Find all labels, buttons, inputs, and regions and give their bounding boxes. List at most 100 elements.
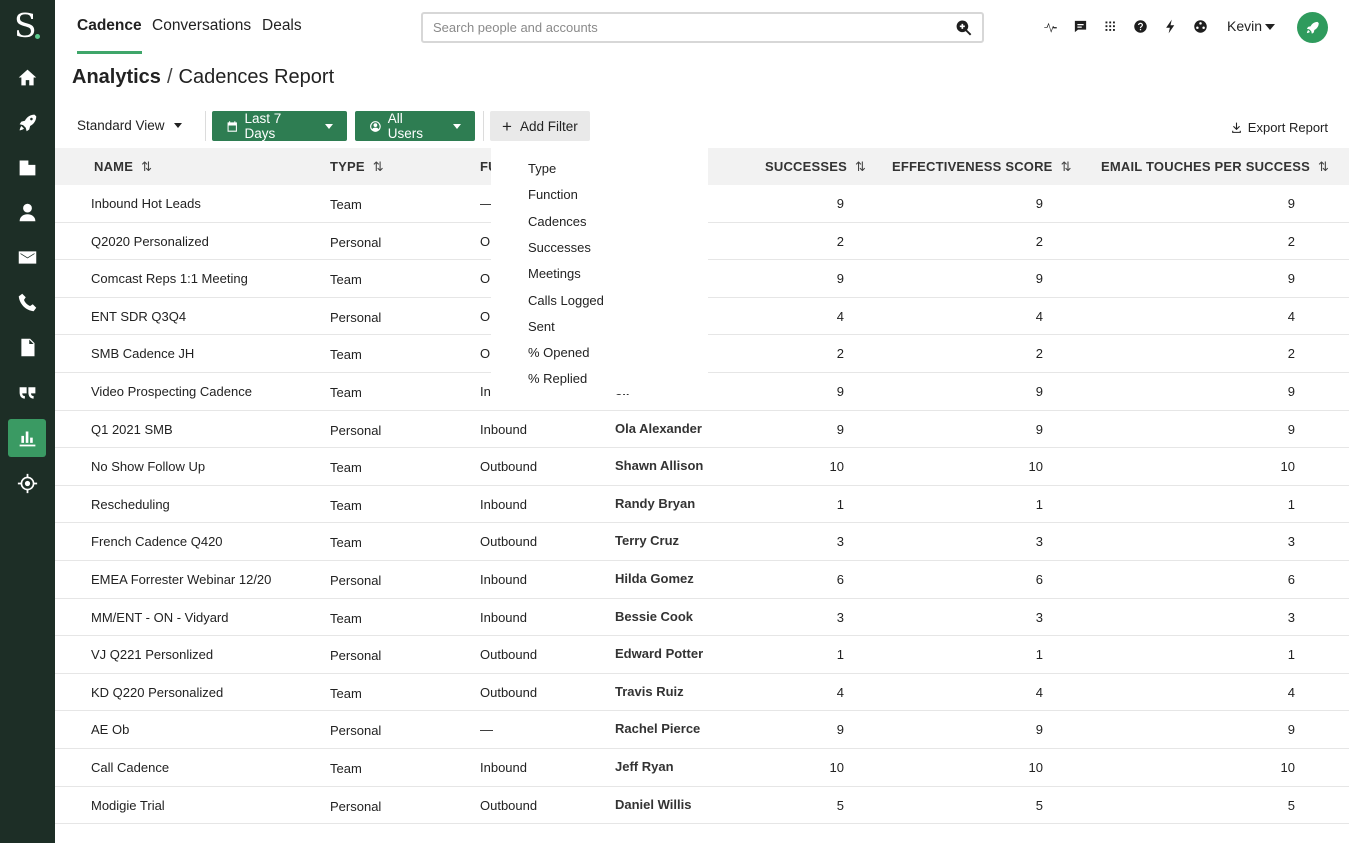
search-tag-icon[interactable]: [954, 18, 974, 38]
chat-icon[interactable]: [1072, 18, 1089, 35]
cell-function: Inbound: [480, 496, 527, 512]
table-row[interactable]: KD Q220 Personalized Team Outbound Travis R…: [55, 674, 1349, 712]
table-row[interactable]: French Cadence Q420 Team Outbound Terry Cru…: [55, 523, 1349, 561]
table-row[interactable]: AE Ob Personal — Rachel Pierce 9 9 9: [55, 711, 1349, 749]
column-menu-item[interactable]: Meetings: [528, 266, 581, 281]
cell-name[interactable]: Rescheduling: [91, 497, 170, 512]
cell-name[interactable]: Q2020 Personalized: [91, 234, 209, 249]
document-icon[interactable]: [8, 328, 46, 366]
apps-grid-icon[interactable]: [1102, 18, 1119, 35]
cell-name[interactable]: AE Ob: [91, 722, 129, 737]
column-header-effectiveness[interactable]: EFFECTIVENESS SCORE ⇅: [892, 159, 1072, 175]
mail-icon[interactable]: [8, 238, 46, 276]
add-filter-label: Add Filter: [519, 118, 578, 134]
cell-name[interactable]: EMEA Forrester Webinar 12/20: [91, 572, 271, 587]
cell-name[interactable]: French Cadence Q420: [91, 534, 223, 549]
search-input[interactable]: Search people and accounts: [421, 12, 984, 43]
cell-type: Team: [330, 385, 362, 400]
help-icon[interactable]: [1132, 18, 1149, 35]
sort-icon[interactable]: ⇅: [855, 159, 866, 175]
lightning-icon[interactable]: [1162, 18, 1179, 35]
cell-function: Inbound: [480, 760, 527, 775]
cell-effectiveness: 9: [1035, 271, 1043, 287]
cell-name[interactable]: ENT SDR Q3Q4: [91, 309, 186, 324]
cell-name[interactable]: SMB Cadence JH: [91, 346, 194, 361]
sort-icon[interactable]: ⇅: [141, 159, 152, 175]
column-menu-item[interactable]: Calls Logged: [528, 293, 604, 308]
user-menu[interactable]: Kevin: [1227, 18, 1262, 34]
accounts-icon[interactable]: [8, 148, 46, 186]
column-menu-item[interactable]: % Replied: [528, 371, 587, 386]
cell-function: Outbound: [480, 534, 538, 550]
cell-effectiveness: 10: [1028, 459, 1043, 475]
column-header-name[interactable]: NAME ⇅: [94, 159, 152, 175]
table-row[interactable]: EMEA Forrester Webinar 12/20 Personal Inbo…: [55, 561, 1349, 599]
target-icon[interactable]: [8, 464, 46, 502]
cell-owner: Randy Bryan: [615, 495, 696, 511]
cell-name[interactable]: KD Q220 Personalized: [91, 685, 223, 700]
table-row[interactable]: Rescheduling Team Inbound Randy Bryan 1 1 1: [55, 486, 1349, 524]
add-filter-button[interactable]: + Add Filter: [490, 111, 590, 141]
table-row[interactable]: Q1 2021 SMB Personal Inbound Ola Alexander 9…: [55, 411, 1349, 449]
cell-name[interactable]: No Show Follow Up: [91, 459, 205, 474]
cell-function: Inbound: [480, 572, 527, 587]
table-row[interactable]: Call Cadence Team Inbound Jeff Ryan 10 10 10: [55, 749, 1349, 787]
cell-name[interactable]: Q1 2021 SMB: [91, 422, 173, 437]
cell-name[interactable]: MM/ENT - ON - Vidyard: [91, 610, 228, 625]
chevron-down-icon[interactable]: [1265, 24, 1275, 30]
cell-type: Team: [330, 347, 362, 363]
export-report-button[interactable]: Export Report: [1230, 120, 1328, 135]
page-title: Cadences Report: [178, 66, 335, 88]
cell-effectiveness: 1: [1035, 647, 1043, 663]
avatar[interactable]: [1297, 12, 1328, 43]
integrations-icon[interactable]: [1192, 18, 1209, 35]
cell-name[interactable]: Video Prospecting Cadence: [91, 384, 252, 399]
search-placeholder: Search people and accounts: [433, 20, 598, 35]
sort-icon[interactable]: ⇅: [1318, 159, 1329, 175]
cell-owner: Jeff Ryan: [615, 759, 674, 774]
cell-name[interactable]: Comcast Reps 1:1 Meeting: [91, 271, 248, 286]
column-menu-item[interactable]: Successes: [528, 240, 591, 255]
table-row[interactable]: Modigie Trial Personal Outbound Daniel Will…: [55, 787, 1349, 825]
column-header-type[interactable]: TYPE ⇅: [330, 159, 384, 175]
person-icon[interactable]: [8, 193, 46, 231]
column-menu-item[interactable]: Cadences: [528, 214, 587, 229]
sort-icon[interactable]: ⇅: [1061, 159, 1072, 175]
tab-cadence[interactable]: Cadence: [77, 17, 142, 54]
rocket-icon[interactable]: [8, 103, 46, 141]
sort-icon[interactable]: ⇅: [373, 159, 384, 175]
table-row[interactable]: VJ Q221 Personlized Personal Outbound Edwar…: [55, 636, 1349, 674]
quote-icon[interactable]: [8, 373, 46, 411]
column-menu-item[interactable]: % Opened: [528, 345, 589, 360]
activity-icon[interactable]: [1042, 18, 1059, 35]
cell-name[interactable]: Inbound Hot Leads: [91, 196, 201, 211]
users-filter-button[interactable]: All Users: [355, 111, 475, 141]
tab-deals[interactable]: Deals: [262, 17, 302, 35]
cell-name[interactable]: VJ Q221 Personlized: [91, 647, 213, 662]
cell-effectiveness: 4: [1035, 308, 1043, 324]
date-range-button[interactable]: Last 7 Days: [212, 111, 347, 141]
phone-icon[interactable]: [8, 283, 46, 321]
cell-name[interactable]: Call Cadence: [91, 760, 169, 775]
cell-effectiveness: 2: [1035, 346, 1043, 362]
tab-conversations[interactable]: Conversations: [152, 17, 251, 35]
column-menu-item[interactable]: Type: [528, 161, 556, 176]
table-row[interactable]: No Show Follow Up Team Outbound Shawn Allis…: [55, 448, 1349, 486]
analytics-icon[interactable]: [8, 419, 46, 457]
breadcrumb-analytics[interactable]: Analytics: [72, 66, 161, 88]
table-row[interactable]: MM/ENT - ON - Vidyard Team Inbound Bessie C…: [55, 599, 1349, 637]
logo[interactable]: S: [14, 8, 42, 44]
column-menu-item[interactable]: Sent: [528, 319, 555, 334]
cell-effectiveness: 3: [1035, 609, 1043, 625]
users-filter-label: All Users: [387, 111, 424, 141]
column-header-successes[interactable]: SUCCESSES ⇅: [765, 159, 866, 175]
cell-effectiveness: 3: [1035, 534, 1043, 550]
cell-function: O: [480, 308, 491, 324]
cell-touches: 9: [1287, 196, 1295, 211]
cell-name[interactable]: Modigie Trial: [91, 798, 165, 813]
column-header-email-touches[interactable]: EMAIL TOUCHES PER SUCCESS ⇅: [1101, 159, 1329, 175]
column-menu-item[interactable]: Function: [528, 187, 578, 202]
home-icon[interactable]: [8, 58, 46, 96]
view-select[interactable]: Standard View: [77, 118, 182, 133]
cell-type: Team: [330, 497, 362, 513]
